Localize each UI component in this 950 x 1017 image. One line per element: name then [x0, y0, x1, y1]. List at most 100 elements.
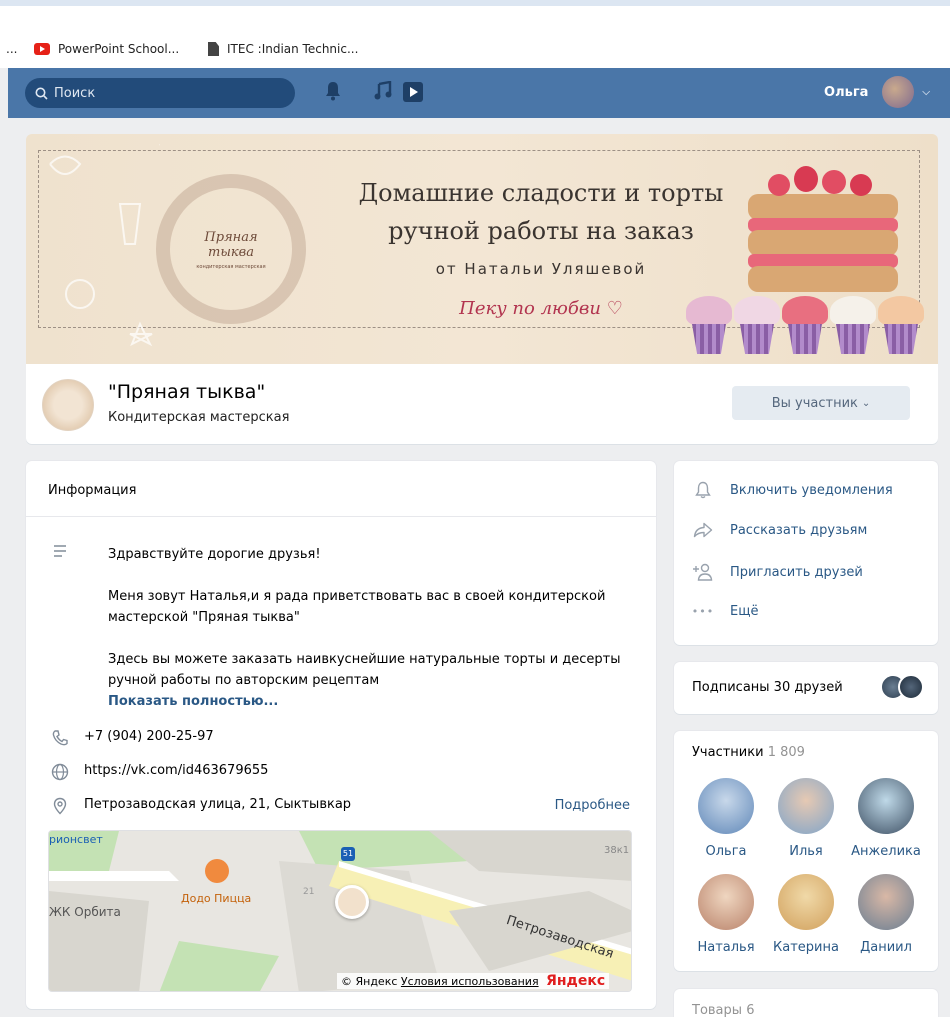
member-name: Ольга: [705, 844, 747, 859]
bookmark-label: ITEC :Indian Technic...: [227, 42, 359, 56]
heart-icon: ♡: [606, 298, 623, 319]
cover-title-line1: Домашние сладости и торты: [358, 179, 724, 207]
group-cover: Пряная тыква кондитерская мастерская Дом…: [26, 134, 938, 364]
location-map[interactable]: рионсвет 38к1 51 Додо Пицца ЖК Орбита 21…: [48, 830, 632, 992]
logo-text: Пряная тыква: [170, 230, 292, 260]
bookmark-powerpoint-school[interactable]: PowerPoint School...: [34, 42, 179, 56]
member-name: Даниил: [860, 940, 912, 955]
chevron-down-icon: ⌵: [922, 86, 930, 98]
logo-subtitle: кондитерская мастерская: [196, 264, 266, 270]
user-menu[interactable]: Ольга ⌵: [824, 76, 930, 108]
phone-row: +7 (904) 200-25-97: [48, 729, 214, 747]
search-icon: [35, 87, 48, 100]
phone-icon: [52, 730, 68, 746]
phone-number[interactable]: +7 (904) 200-25-97: [84, 729, 214, 744]
action-label: Включить уведомления: [730, 482, 893, 498]
cupcake-illustration: [782, 296, 828, 356]
bookmark-itec[interactable]: ITEC :Indian Technic...: [208, 42, 358, 56]
map-label: 38к1: [604, 845, 630, 856]
map-label: 21: [303, 887, 315, 897]
goods-title: Товары 6: [692, 1003, 754, 1017]
music-icon[interactable]: [374, 81, 392, 101]
friend-avatar: [898, 674, 924, 700]
chevron-down-icon: ⌄: [861, 397, 871, 409]
restaurant-marker-icon: [205, 859, 229, 883]
bookmark-overflow[interactable]: ...: [6, 42, 17, 56]
site-row: https://vk.com/id463679655: [48, 763, 268, 781]
member-item[interactable]: Анжелика: [846, 778, 926, 859]
show-more-link[interactable]: Показать полностью...: [108, 694, 278, 709]
action-label: Пригласить друзей: [730, 564, 863, 580]
members-count: 1 809: [767, 745, 805, 760]
member-item[interactable]: Наталья: [686, 874, 766, 955]
actions-card: Включить уведомления Рассказать друзьям …: [674, 461, 938, 645]
bell-outline-icon: [692, 481, 714, 499]
member-avatar: [858, 874, 914, 930]
invite-icon: [692, 563, 714, 581]
map-label: ЖК Орбита: [49, 905, 121, 919]
logo-line1: Пряная: [204, 230, 258, 245]
member-avatar: [698, 778, 754, 834]
member-item[interactable]: Ольга: [686, 778, 766, 859]
member-avatar: [858, 778, 914, 834]
cover-author: от Натальи Уляшевой: [435, 260, 647, 278]
description-text: Здравствуйте дорогие друзья! Меня зовут …: [108, 544, 648, 691]
search-input[interactable]: Поиск: [25, 78, 295, 108]
map-label: рионсвет: [49, 833, 103, 846]
user-name: Ольга: [824, 84, 869, 100]
member-name: Анжелика: [851, 844, 921, 859]
description-paragraph: Здесь вы можете заказать наивкуснейшие н…: [108, 652, 621, 688]
friends-subscribed-label: Подписаны 30 друзей: [692, 680, 843, 695]
description-greeting: Здравствуйте дорогие друзья!: [108, 547, 321, 562]
group-subtitle: Кондитерская мастерская: [108, 410, 290, 425]
map-copyright: © Яндекс: [341, 975, 398, 988]
enable-notifications-action[interactable]: Включить уведомления: [692, 481, 893, 499]
member-item[interactable]: Катерина: [766, 874, 846, 955]
text-lines-icon: [54, 545, 66, 557]
members-title-label: Участники: [692, 745, 764, 760]
user-avatar: [882, 76, 915, 108]
action-label: Рассказать друзьям: [730, 522, 868, 538]
cupcake-illustration: [830, 296, 876, 356]
member-status-label: Вы участник: [771, 395, 858, 411]
site-link[interactable]: https://vk.com/id463679655: [84, 763, 268, 778]
action-label: Ещё: [730, 604, 759, 619]
group-avatar[interactable]: [42, 379, 94, 431]
member-item[interactable]: Илья: [766, 778, 846, 859]
site-header: Поиск Ольга ⌵: [8, 68, 950, 118]
member-status-button[interactable]: Вы участник ⌄: [732, 386, 910, 420]
share-action[interactable]: Рассказать друзьям: [692, 522, 867, 538]
members-title[interactable]: Участники 1 809: [692, 745, 805, 760]
cupcake-illustration: [686, 296, 732, 356]
member-name: Катерина: [773, 940, 839, 955]
bookmarks-bar: ... PowerPoint School... ITEC :Indian Te…: [0, 0, 950, 68]
bus-stop-icon: 51: [341, 847, 355, 861]
description-paragraph: Меня зовут Наталья,и я рада приветствова…: [108, 589, 606, 625]
document-icon: [208, 42, 219, 56]
friends-subscribed-card[interactable]: Подписаны 30 друзей: [674, 662, 938, 714]
bookmark-overflow-label: ...: [6, 42, 18, 56]
description-row: [48, 544, 84, 558]
search-placeholder: Поиск: [54, 85, 96, 101]
member-avatar: [698, 874, 754, 930]
cake-illustration: [748, 154, 898, 314]
details-link[interactable]: Подробнее: [555, 798, 630, 813]
address-text: Петрозаводская улица, 21, Сыктывкар: [84, 797, 352, 812]
cover-title: Домашние сладости и торты ручной работы …: [326, 174, 756, 250]
goods-card[interactable]: Товары 6: [674, 989, 938, 1017]
cover-slogan-text: Пеку по любви: [459, 298, 601, 319]
yandex-logo: Яндекс: [546, 973, 606, 989]
member-avatar: [778, 778, 834, 834]
bell-icon[interactable]: [324, 81, 342, 101]
map-terms-link[interactable]: Условия использования: [401, 975, 539, 988]
youtube-icon: [34, 43, 50, 55]
more-action[interactable]: ••• Ещё: [692, 604, 759, 619]
member-item[interactable]: Даниил: [846, 874, 926, 955]
address-row: Петрозаводская улица, 21, Сыктывкар: [48, 797, 351, 815]
play-icon[interactable]: [402, 81, 424, 103]
location-marker-icon[interactable]: [335, 885, 369, 919]
invite-friends-action[interactable]: Пригласить друзей: [692, 563, 863, 581]
goods-count: 6: [746, 1003, 755, 1017]
map-attribution: © Яндекс Условия использования Яндекс: [337, 973, 610, 989]
globe-icon: [51, 763, 69, 781]
